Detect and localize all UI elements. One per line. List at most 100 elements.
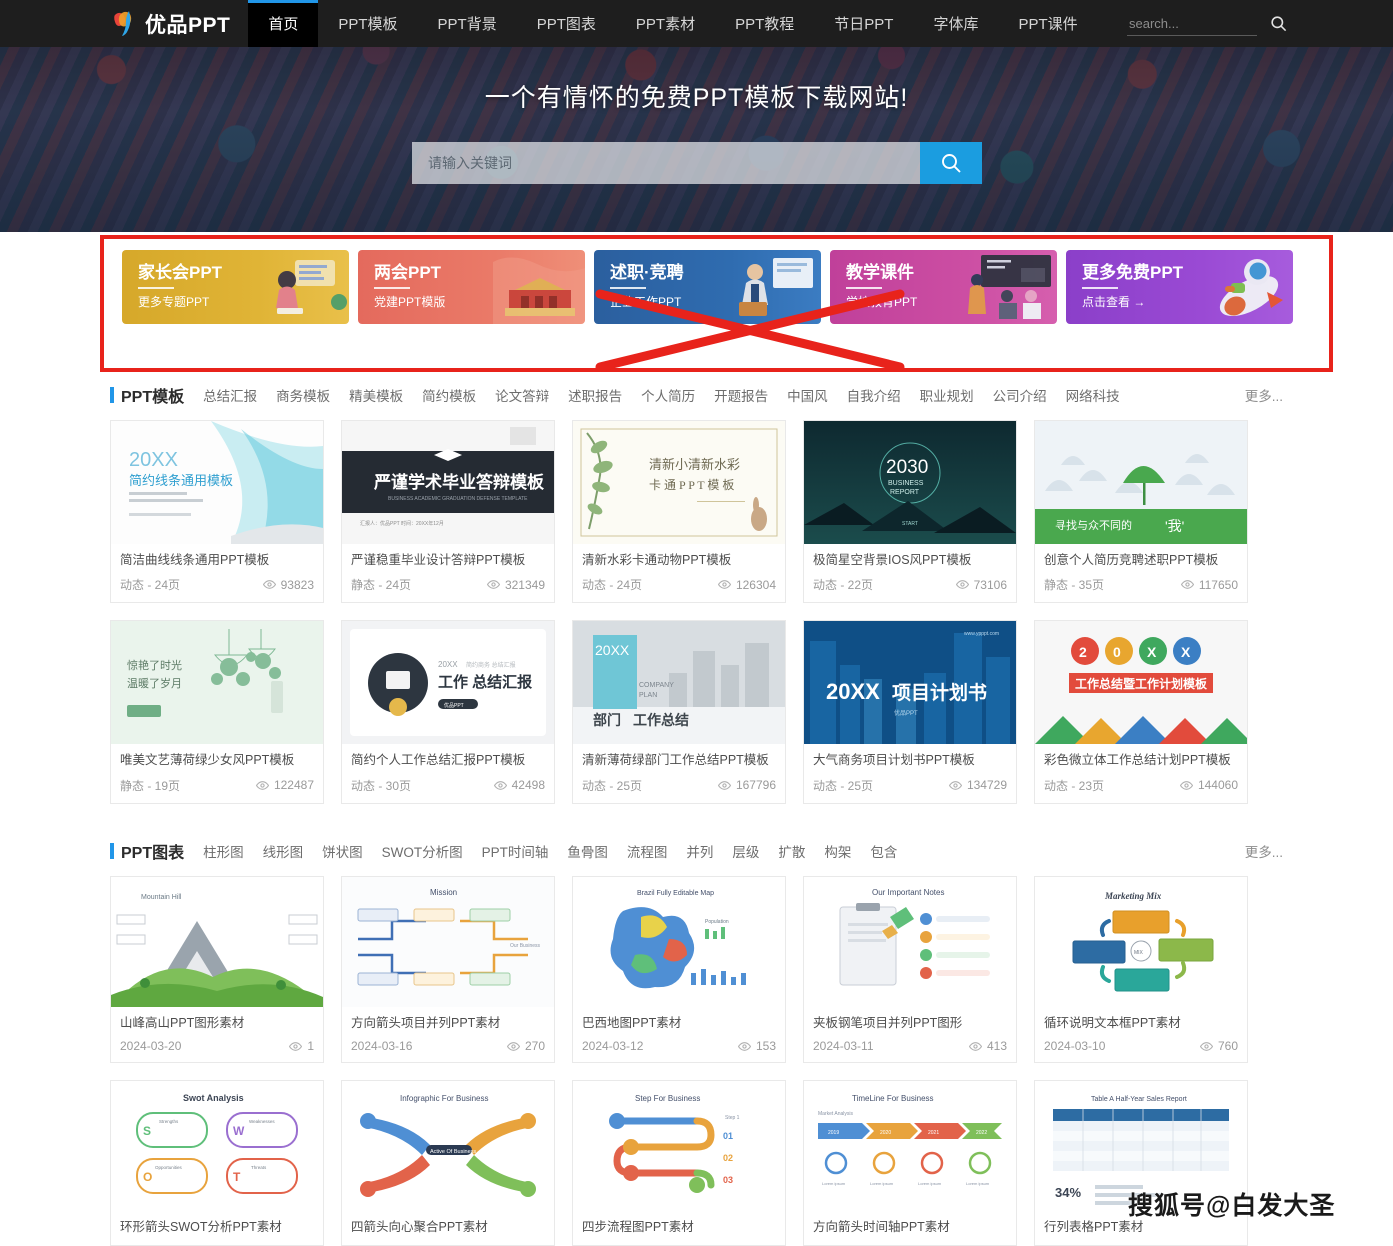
nav-item-font-library[interactable]: 字体库 [913,0,998,47]
svg-text:Our Business: Our Business [510,943,541,949]
card-views: 117650 [1180,578,1238,592]
card-thumbnail: 20XX 项目计划书 优品PPT www.ypppt.com [804,621,1016,745]
template-card[interactable]: 2030 BUSINESS REPORT START 极简星空背景IOS风PPT… [803,420,1017,604]
chart-card[interactable]: Mountain Hill 山峰高山PPT图形素材 2024-03-20 1 [110,876,324,1064]
hero-search-button[interactable] [920,142,982,184]
nav-search-area [1127,0,1393,47]
tag-fishbone[interactable]: 鱼骨图 [567,841,608,861]
chart-card[interactable]: TimeLine For Business Market Analysis 20… [803,1080,1017,1246]
tag-simple-template[interactable]: 简约模板 [422,385,476,405]
card-meta: 动态 - 24页 93823 [120,576,314,593]
card-views-count: 144060 [1197,778,1238,792]
tag-network-technology[interactable]: 网络科技 [1066,385,1120,405]
nav-item-home[interactable]: 首页 [248,0,319,47]
tag-architecture[interactable]: 构架 [824,841,851,861]
card-title: 环形箭头SWOT分析PPT素材 [120,1220,282,1235]
card-meta-text: 动态 - 24页 [582,578,643,593]
promo-card-teaching-courseware[interactable]: 教学课件 学校教育PPT [830,250,1057,324]
nav-search-button[interactable] [1267,13,1289,35]
nav-item-holiday-ppt[interactable]: 节日PPT [814,0,913,47]
tag-pie-chart[interactable]: 饼状图 [322,841,363,861]
nav-item-ppt-materials[interactable]: PPT素材 [616,0,715,47]
card-thumbnail: 2030 BUSINESS REPORT START [804,421,1016,544]
tag-proposal-report[interactable]: 开题报告 [714,385,768,405]
svg-text:REPORT: REPORT [890,489,920,496]
nav-item-ppt-templates[interactable]: PPT模板 [318,0,417,47]
chart-card[interactable]: Marketing Mix MIX 循环说明文本框PPT素材 2024-03-1… [1034,876,1248,1064]
section-more-link[interactable]: 更多... [1245,385,1283,405]
chart-card[interactable]: Infographic For Business Active Of Busin… [341,1080,555,1246]
timeline-business-thumb: TimeLine For Business Market Analysis 20… [804,1081,1016,1212]
card-thumbnail: 寻找与众不同的 '我' [1035,421,1247,544]
svg-text:Brazil Fully Editable Map: Brazil Fully Editable Map [637,890,714,897]
card-meta: 动态 - 25页 167796 [582,777,776,794]
card-meta-text: 动态 - 25页 [813,778,874,793]
eye-icon [493,780,507,790]
blue-city-thumb: 20XX 项目计划书 优品PPT www.ypppt.com [804,621,1016,745]
tag-job-report[interactable]: 述职报告 [568,385,622,405]
template-card[interactable]: 20XX 简约商务 总结汇报 工作 总结汇报 优品PPT 简约个人工作总结汇报P… [341,620,555,804]
template-card[interactable]: 20XX 简约线条通用模板 简洁曲线线条通用PPT模板 动态 - 24页 938… [110,420,324,604]
card-meta-text: 静态 - 24页 [351,578,412,593]
nav-item-ppt-courseware[interactable]: PPT课件 [999,0,1098,47]
template-card[interactable]: 惊艳了时光 温暖了岁月 唯美文艺薄荷绿少女风PPT模板 静态 - 19页 122… [110,620,324,804]
chart-card-grid: Mountain Hill 山峰高山PPT图形素材 2024-03-20 1 M… [110,876,1283,1246]
nav-item-ppt-tutorials[interactable]: PPT教程 [715,0,814,47]
tag-containment[interactable]: 包含 [870,841,897,861]
template-card[interactable]: 20XX 项目计划书 优品PPT www.ypppt.com 大气商务项目计划书… [803,620,1017,804]
tag-resume[interactable]: 个人简历 [641,385,695,405]
tag-chinese-style[interactable]: 中国风 [787,385,828,405]
nav-search-input[interactable] [1127,11,1257,36]
tag-line-chart[interactable]: 线形图 [263,841,304,861]
promo-subtitle: 党建PPT模版 [374,295,446,310]
hero-search-bar[interactable] [412,142,982,184]
nav-item-ppt-charts[interactable]: PPT图表 [517,0,616,47]
hero-search-input[interactable] [412,142,920,184]
promo-card-more-free-ppt[interactable]: 更多免费PPT 点击查看 → [1066,250,1293,324]
tag-hierarchy[interactable]: 层级 [732,841,759,861]
chart-card[interactable]: Our Important Notes 夹板钢笔项目并列PPT图形 2024-0… [803,876,1017,1064]
chart-card[interactable]: Brazil Fully Editable Map Population 巴西地… [572,876,786,1064]
card-meta-text: 2024-03-12 [582,1039,644,1054]
tag-parallel[interactable]: 并列 [686,841,713,861]
tag-diffusion[interactable]: 扩散 [778,841,805,861]
chart-card[interactable]: Step For Business Step 1 01 02 03 四步流程图P… [572,1080,786,1246]
chart-card[interactable]: Mission Our Business 方向箭头项目并列PPT素材 2024-… [341,876,555,1064]
tag-career-planning[interactable]: 职业规划 [920,385,974,405]
template-card[interactable]: 2 0 X X 工作总结暨工作计划模板 彩色微立体工作总结计划PPT模板 动态 … [1034,620,1248,804]
tag-business-template[interactable]: 商务模板 [276,385,330,405]
nav-item-ppt-backgrounds[interactable]: PPT背景 [418,0,517,47]
card-title: 创意个人简历竞聘述职PPT模板 [1044,553,1219,567]
tag-flowchart[interactable]: 流程图 [627,841,668,861]
svg-text:Weaknesses: Weaknesses [249,1119,275,1124]
card-thumbnail: Mountain Hill [111,877,323,1007]
card-meta: 2024-03-20 1 [120,1039,314,1053]
section-more-link[interactable]: 更多... [1245,841,1283,861]
eye-icon [1180,580,1194,590]
template-card[interactable]: 清新小清新水彩 卡 通 P P T 模 板 清新水彩卡通动物PPT模板 动态 -… [572,420,786,604]
tag-bar-chart[interactable]: 柱形图 [203,841,244,861]
promo-card-two-sessions[interactable]: 两会PPT 党建PPT模版 [358,250,585,324]
chart-card[interactable]: Swot Analysis S W O T Strengths Weakness… [110,1080,324,1246]
promo-card-job-report[interactable]: 述职·竞聘 企业工作PPT [594,250,821,324]
businessman-icon [729,250,821,324]
svg-text:W: W [233,1124,245,1138]
svg-text:温暖了岁月: 温暖了岁月 [127,676,182,690]
promo-subtitle: 学校教育PPT [846,295,918,310]
tag-exquisite-template[interactable]: 精美模板 [349,385,403,405]
card-meta: 2024-03-12 153 [582,1039,776,1053]
tag-thesis-defense[interactable]: 论文答辩 [495,385,549,405]
tag-swot-chart[interactable]: SWOT分析图 [382,841,463,861]
tag-self-introduction[interactable]: 自我介绍 [847,385,901,405]
template-card[interactable]: 20XX COMPANY PLAN 部门 工作总结 清新薄荷绿部门工作总结PPT… [572,620,786,804]
template-card[interactable]: 严谨学术毕业答辩模板 BUSINESS ACADEMIC GRADUATION … [341,420,555,604]
tag-timeline[interactable]: PPT时间轴 [482,841,549,861]
svg-text:清新小清新水彩: 清新小清新水彩 [649,457,740,472]
tag-company-introduction[interactable]: 公司介绍 [993,385,1047,405]
card-thumbnail: TimeLine For Business Market Analysis 20… [804,1081,1016,1212]
tag-summary-report[interactable]: 总结汇报 [203,385,257,405]
template-card[interactable]: 寻找与众不同的 '我' 创意个人简历竞聘述职PPT模板 静态 - 35页 117… [1034,420,1248,604]
promo-card-parents-meeting[interactable]: 家长会PPT 更多专题PPT [122,250,349,324]
card-thumbnail: Brazil Fully Editable Map Population [573,877,785,1007]
site-logo[interactable]: 优品PPT [0,0,248,47]
